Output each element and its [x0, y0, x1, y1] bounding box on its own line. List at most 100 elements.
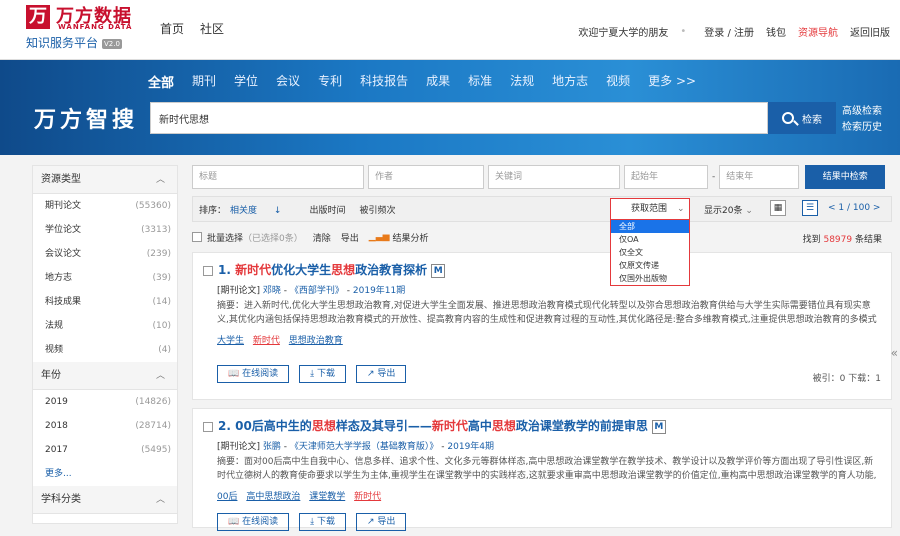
tab-more[interactable]: 更多 >>: [648, 72, 696, 91]
sidebar-item-local-chronicle[interactable]: 地方志 (39): [33, 266, 177, 290]
result-title-link[interactable]: 2. 00后高中生的思想样态及其导引——新时代高中思想政治课堂教学的前提审思 M: [203, 417, 666, 434]
sort-cited[interactable]: 被引频次: [359, 203, 395, 216]
resource-nav-link[interactable]: 资源导航: [798, 24, 838, 39]
tab-local-chronicle[interactable]: 地方志: [552, 72, 588, 91]
year-header[interactable]: 年份 ︿: [33, 362, 177, 390]
sort-relevance[interactable]: 相关度 ↓: [230, 203, 295, 216]
search-input[interactable]: 新时代思想: [159, 111, 749, 126]
scope-option-oa[interactable]: 仅OA: [611, 233, 689, 246]
result-checkbox[interactable]: [203, 421, 213, 432]
pagination[interactable]: < 1 / 100 >: [828, 203, 880, 213]
search-button[interactable]: 检索: [768, 102, 836, 134]
scope-option-all[interactable]: 全部: [611, 220, 689, 233]
search-history-link[interactable]: 检索历史: [842, 120, 882, 136]
tab-patent[interactable]: 专利: [318, 72, 342, 91]
collapse-panel-icon[interactable]: «: [891, 346, 898, 360]
book-icon: 📖: [228, 517, 240, 527]
tab-video[interactable]: 视频: [606, 72, 630, 91]
keyword-field[interactable]: 关键词: [488, 165, 620, 189]
sidebar-item-journal[interactable]: 期刊论文 (55360): [33, 194, 177, 218]
batch-select-label[interactable]: 批量选择: [207, 231, 243, 244]
sort-pub-time[interactable]: 出版时间: [309, 203, 345, 216]
nav-home[interactable]: 首页: [160, 20, 184, 37]
clear-link[interactable]: 清除: [313, 231, 331, 244]
export-link[interactable]: 导出: [341, 231, 359, 244]
sidebar-item-tech-achievement[interactable]: 科技成果 (14): [33, 290, 177, 314]
list-view-icon[interactable]: ☰: [802, 200, 818, 216]
result-checkbox[interactable]: [203, 265, 213, 276]
scope-option-delivery[interactable]: 仅原文传递: [611, 259, 689, 272]
journal-link[interactable]: 《西部学刊》: [290, 286, 344, 296]
journal-link[interactable]: 《天津师范大学学报（基础教育版）》: [290, 442, 439, 452]
keyword-tag[interactable]: 大学生: [217, 336, 244, 346]
sidebar-item-label: 2017: [45, 445, 68, 455]
keyword-tag[interactable]: 课堂教学: [309, 492, 345, 502]
keyword-tag[interactable]: 新时代: [253, 336, 280, 346]
sidebar-item-label: 会议论文: [45, 249, 82, 259]
tab-tech-report[interactable]: 科技报告: [360, 72, 408, 91]
sidebar-item-conference[interactable]: 会议论文 (239): [33, 242, 177, 266]
book-icon: 📖: [228, 369, 240, 379]
chevron-up-icon: ︿: [155, 495, 165, 505]
tab-degree[interactable]: 学位: [234, 72, 258, 91]
sidebar-item-video[interactable]: 视频 (4): [33, 338, 177, 362]
keyword-tag[interactable]: 高中思想政治: [246, 492, 300, 502]
keyword-tag[interactable]: 新时代: [354, 492, 381, 502]
year-more-link[interactable]: 更多...: [33, 462, 177, 486]
sidebar-item-year-2018[interactable]: 2018 (28714): [33, 414, 177, 438]
tab-regulation[interactable]: 法规: [510, 72, 534, 91]
login-link[interactable]: 登录 / 注册: [704, 24, 754, 39]
user-links: 欢迎宁夏大学的朋友 • 登录 / 注册 钱包 资源导航 返回旧版: [566, 24, 890, 39]
scope-select[interactable]: 获取范围 ⌄: [610, 198, 690, 220]
download-button[interactable]: ⤓ 下载: [299, 513, 346, 531]
issue-date[interactable]: 2019年11期: [353, 286, 405, 296]
search-in-results-button[interactable]: 结果中检索: [805, 165, 886, 189]
per-page-select[interactable]: 显示20条 ⌄: [704, 203, 753, 216]
scope-dropdown: 全部 仅OA 仅全文 仅原文传递 仅国外出版物: [610, 220, 690, 286]
found-prefix: 找到: [802, 235, 821, 245]
grid-view-icon[interactable]: ▦: [770, 200, 786, 216]
tab-journal[interactable]: 期刊: [192, 72, 216, 91]
subject-header[interactable]: 学科分类 ︿: [33, 486, 177, 514]
keyword-tags: 大学生 新时代 思想政治教育: [217, 333, 349, 346]
sidebar-item-regulation[interactable]: 法规 (10): [33, 314, 177, 338]
sidebar-item-count: (39): [152, 273, 171, 283]
result-analysis-link[interactable]: 结果分析: [393, 231, 429, 244]
download-icon: ⤓: [310, 369, 315, 379]
nav-community[interactable]: 社区: [200, 20, 224, 37]
scope-option-fulltext[interactable]: 仅全文: [611, 246, 689, 259]
tab-standard[interactable]: 标准: [468, 72, 492, 91]
export-button[interactable]: ↗ 导出: [355, 365, 407, 383]
sidebar-item-label: 2019: [45, 397, 68, 407]
download-button[interactable]: ⤓ 下载: [299, 365, 346, 383]
cite-download-stats: 被引：0 下载：1: [812, 374, 881, 384]
title-text: 00后高中生的: [235, 419, 312, 433]
resource-type-header[interactable]: 资源类型 ︿: [33, 166, 177, 194]
batch-select-checkbox[interactable]: [192, 232, 202, 242]
result-title-link[interactable]: 1. 新时代优化大学生思想政治教育探析 M: [203, 261, 446, 278]
old-version-link[interactable]: 返回旧版: [850, 24, 890, 39]
author-field[interactable]: 作者: [368, 165, 484, 189]
title-field[interactable]: 标题: [192, 165, 364, 189]
end-year-field[interactable]: 结束年: [719, 165, 800, 189]
keyword-tag[interactable]: 00后: [217, 492, 237, 502]
export-button[interactable]: ↗ 导出: [355, 513, 407, 531]
scope-option-foreign[interactable]: 仅国外出版物: [611, 272, 689, 285]
sidebar-item-degree[interactable]: 学位论文 (3313): [33, 218, 177, 242]
issue-date[interactable]: 2019年4期: [447, 442, 494, 452]
wallet-link[interactable]: 钱包: [766, 24, 786, 39]
start-year-field[interactable]: 起始年: [624, 165, 708, 189]
wanfang-logo-icon[interactable]: 万: [26, 5, 50, 29]
advanced-search-link[interactable]: 高级检索: [842, 104, 882, 120]
tab-all[interactable]: 全部: [148, 72, 174, 91]
keyword-tags: 00后 高中思想政治 课堂教学 新时代: [217, 489, 387, 502]
sidebar-item-year-2017[interactable]: 2017 (5495): [33, 438, 177, 462]
author-link[interactable]: 邓晓: [263, 286, 281, 296]
tab-achievement[interactable]: 成果: [426, 72, 450, 91]
read-online-button[interactable]: 📖 在线阅读: [217, 513, 290, 531]
keyword-tag[interactable]: 思想政治教育: [289, 336, 343, 346]
read-online-button[interactable]: 📖 在线阅读: [217, 365, 290, 383]
author-link[interactable]: 张鹏: [263, 442, 281, 452]
tab-conference[interactable]: 会议: [276, 72, 300, 91]
sidebar-item-year-2019[interactable]: 2019 (14826): [33, 390, 177, 414]
